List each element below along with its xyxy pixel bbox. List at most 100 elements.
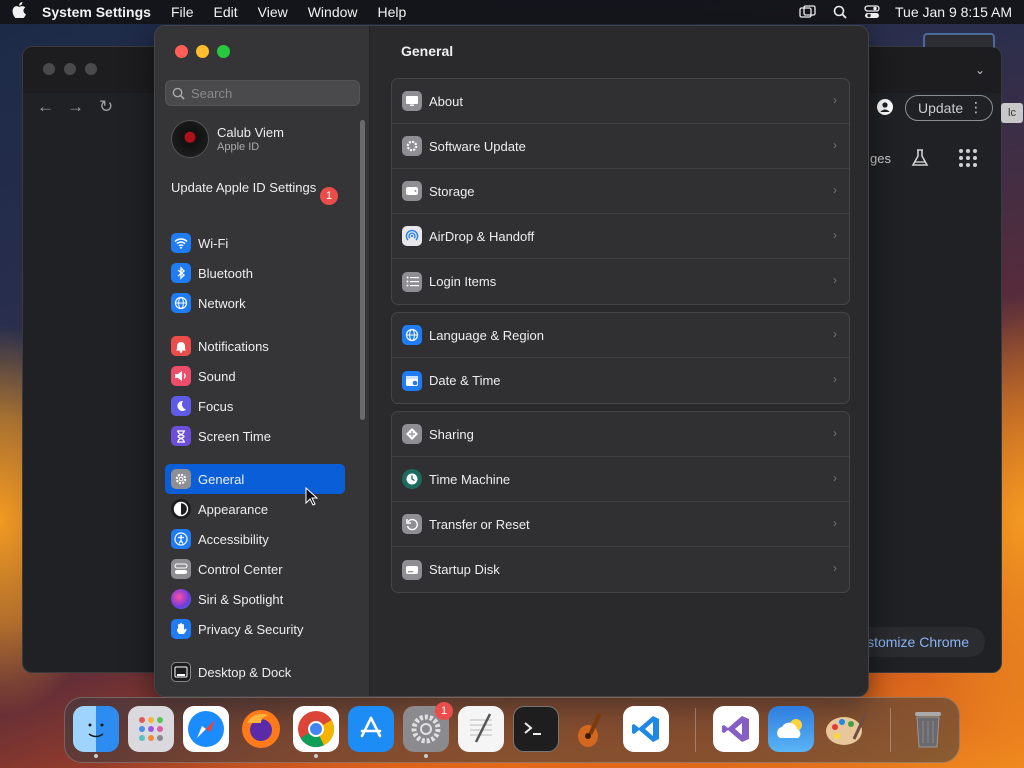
visual-studio-icon[interactable] (713, 706, 759, 752)
sidebar-item-focus[interactable]: Focus (165, 391, 345, 421)
sidebar-item-label: Bluetooth (198, 265, 253, 281)
menu-app-name[interactable]: System Settings (42, 4, 151, 20)
safari-icon[interactable] (183, 706, 229, 752)
sidebar-item-accessibility[interactable]: Accessibility (165, 524, 345, 554)
row-login-items[interactable]: Login Items › (392, 259, 849, 304)
hourglass-icon (171, 426, 191, 446)
profile-icon[interactable] (877, 99, 893, 115)
general-group-1: About › Software Update › Storage › AirD… (391, 78, 850, 305)
weather-icon[interactable] (768, 706, 814, 752)
app-store-icon[interactable] (348, 706, 394, 752)
row-storage[interactable]: Storage › (392, 169, 849, 214)
trash-icon[interactable] (905, 706, 951, 752)
sidebar-item-privacy-security[interactable]: Privacy & Security (165, 614, 345, 644)
window-controls (175, 45, 230, 58)
launchpad-icon[interactable] (128, 706, 174, 752)
general-group-2: Language & Region › Date & Time › (391, 312, 850, 404)
airdrop-icon (402, 226, 422, 246)
menu-file[interactable]: File (171, 4, 194, 20)
bluetooth-icon (171, 263, 191, 283)
sidebar-item-notifications[interactable]: Notifications (165, 331, 345, 361)
sidebar-item-bluetooth[interactable]: Bluetooth (165, 258, 345, 288)
row-startup-disk[interactable]: Startup Disk › (392, 547, 849, 592)
avatar (171, 120, 209, 158)
sidebar-group-notifications: Notifications Sound Focus Screen Time (165, 331, 345, 451)
row-label: AirDrop & Handoff (429, 228, 535, 244)
minimize-window-button[interactable] (196, 45, 209, 58)
list-icon (402, 271, 422, 292)
general-group-3: Sharing › Time Machine › Transfer or Res… (391, 411, 850, 593)
sidebar-item-desktop-dock[interactable]: Desktop & Dock (165, 657, 345, 687)
sidebar-item-label: Focus (198, 398, 234, 414)
row-label: Login Items (429, 274, 497, 289)
terminal-icon[interactable] (513, 706, 559, 752)
firefox-icon[interactable] (238, 706, 284, 752)
finder-icon[interactable] (73, 706, 119, 758)
sidebar-item-label: Sound (198, 368, 236, 384)
chevron-right-icon: › (833, 561, 837, 575)
sidebar-item-label: Notifications (198, 338, 269, 354)
accessibility-icon (171, 529, 191, 549)
sidebar-item-control-center[interactable]: Control Center (165, 554, 345, 584)
paint-icon[interactable] (823, 706, 869, 752)
back-arrow-icon[interactable]: ← (37, 97, 54, 117)
vscode-icon[interactable] (623, 706, 669, 752)
menu-window[interactable]: Window (308, 4, 358, 20)
sidebar-item-network[interactable]: Network (165, 288, 345, 318)
row-label: Software Update (429, 138, 526, 154)
sidebar-item-label: Appearance (198, 501, 269, 517)
apple-id-account[interactable]: Calub Viem Apple ID (171, 120, 284, 158)
row-date-time[interactable]: Date & Time › (392, 358, 849, 403)
dock-badge: 1 (435, 702, 453, 720)
menu-clock[interactable]: Tue Jan 9 8:15 AM (895, 4, 1012, 20)
row-time-machine[interactable]: Time Machine › (392, 457, 849, 502)
sidebar-item-screen-time[interactable]: Screen Time (165, 421, 345, 451)
sidebar-item-sound[interactable]: Sound (165, 361, 345, 391)
menu-edit[interactable]: Edit (214, 4, 238, 20)
menu-bar: System Settings File Edit View Window He… (0, 0, 1024, 24)
labs-flask-icon[interactable] (909, 147, 931, 169)
sidebar-item-label: Desktop & Dock (198, 664, 292, 680)
control-center-icon[interactable] (863, 5, 881, 19)
row-airdrop-handoff[interactable]: AirDrop & Handoff › (392, 214, 849, 259)
sidebar-item-siri-spotlight[interactable]: Siri & Spotlight (165, 584, 345, 614)
sidebar-scrollbar[interactable] (360, 120, 365, 420)
gear-icon (171, 469, 191, 489)
more-options-icon[interactable]: ⋮ (969, 99, 983, 116)
menu-help[interactable]: Help (378, 4, 407, 20)
reload-icon[interactable]: ↻ (99, 97, 113, 117)
forward-arrow-icon[interactable]: → (67, 97, 84, 117)
row-language-region[interactable]: Language & Region › (392, 313, 849, 358)
spotlight-search-icon[interactable] (831, 5, 849, 19)
apple-menu-icon[interactable] (12, 2, 42, 22)
system-settings-icon[interactable]: 1 (403, 702, 453, 758)
screen-mirroring-icon[interactable] (799, 5, 817, 19)
row-label: Language & Region (429, 327, 544, 343)
settings-sidebar: Calub Viem Apple ID Update Apple ID Sett… (155, 26, 370, 696)
row-sharing[interactable]: Sharing › (392, 412, 849, 457)
chrome-icon[interactable] (293, 706, 339, 758)
search-input[interactable] (191, 85, 351, 101)
row-transfer-reset[interactable]: Transfer or Reset › (392, 502, 849, 547)
account-name: Calub Viem (217, 125, 284, 140)
zoom-window-button[interactable] (217, 45, 230, 58)
sidebar-item-wifi[interactable]: Wi-Fi (165, 228, 345, 258)
system-settings-window: Calub Viem Apple ID Update Apple ID Sett… (154, 25, 869, 697)
menu-view[interactable]: View (258, 4, 288, 20)
tab-search-chevron-icon[interactable]: ⌄ (975, 63, 985, 77)
sidebar-item-label: General (198, 471, 245, 487)
chrome-window-controls (43, 63, 97, 75)
row-about[interactable]: About › (392, 79, 849, 124)
row-software-update[interactable]: Software Update › (392, 124, 849, 169)
apps-grid-icon[interactable] (959, 149, 977, 167)
garageband-icon[interactable] (568, 706, 614, 752)
globe-icon (171, 293, 191, 313)
reset-icon (402, 514, 422, 534)
sidebar-search[interactable] (165, 80, 360, 106)
textedit-icon[interactable] (458, 706, 504, 752)
chrome-partial-label[interactable]: ges (870, 151, 891, 166)
close-window-button[interactable] (175, 45, 188, 58)
chrome-update-button[interactable]: Update ⋮ (905, 95, 993, 121)
chevron-right-icon: › (833, 516, 837, 530)
clock-icon (402, 469, 422, 489)
